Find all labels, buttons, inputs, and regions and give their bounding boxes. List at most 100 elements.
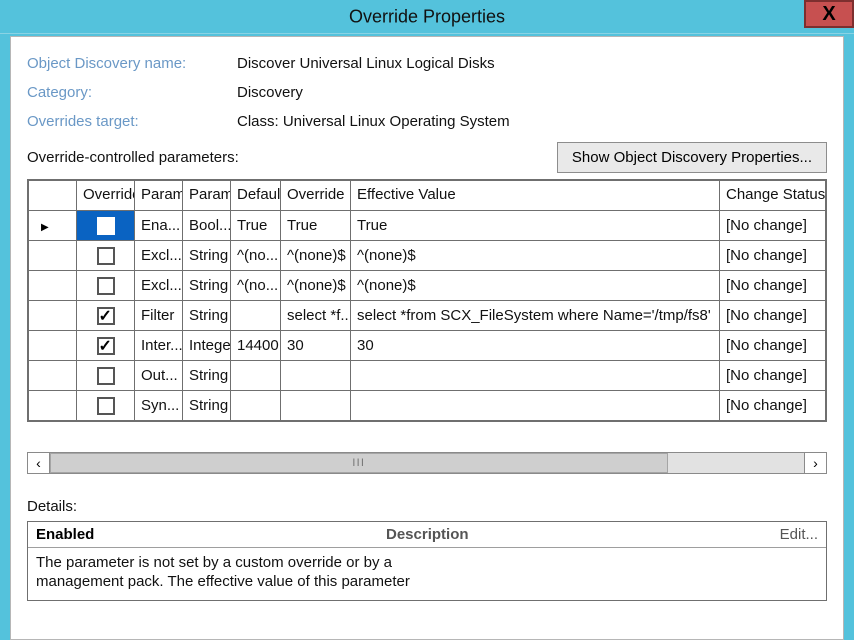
grid-horizontal-scrollbar[interactable]: ‹ lll ›	[27, 452, 827, 474]
effective-value-cell[interactable]	[351, 391, 720, 421]
override-cell[interactable]	[77, 331, 135, 361]
default-value-cell[interactable]	[231, 391, 281, 421]
parameters-label: Override-controlled parameters:	[27, 149, 239, 166]
table-row[interactable]: Ena...Bool...TrueTrueTrue[No change]	[29, 211, 826, 241]
row-header	[29, 301, 77, 331]
parameters-grid[interactable]: Override Param… Param… Default Override …	[27, 179, 827, 422]
param-type-cell[interactable]: String	[183, 361, 231, 391]
dialog-body: Object Discovery name: Discover Universa…	[10, 36, 844, 640]
scroll-right-arrow-icon[interactable]: ›	[804, 453, 826, 473]
default-value-cell[interactable]: True	[231, 211, 281, 241]
change-status-cell[interactable]: [No change]	[720, 241, 826, 271]
target-value: Class: Universal Linux Operating System	[237, 113, 510, 130]
col-effective[interactable]: Effective Value	[351, 181, 720, 211]
target-label: Overrides target:	[27, 113, 237, 130]
override-value-cell[interactable]: select *f...	[281, 301, 351, 331]
override-value-cell[interactable]	[281, 361, 351, 391]
details-edit-link[interactable]: Edit...	[780, 526, 818, 543]
override-checkbox[interactable]	[97, 397, 115, 415]
effective-value-cell[interactable]: ^(none)$	[351, 241, 720, 271]
close-icon: X	[822, 3, 835, 26]
table-row[interactable]: Out...String [No change]	[29, 361, 826, 391]
scroll-track[interactable]: lll	[50, 453, 804, 473]
override-checkbox[interactable]	[97, 337, 115, 355]
row-header	[29, 271, 77, 301]
details-line-2: management pack. The effective value of …	[36, 573, 818, 592]
row-header	[29, 391, 77, 421]
effective-value-cell[interactable]	[351, 361, 720, 391]
override-value-cell[interactable]: ^(none)$	[281, 241, 351, 271]
table-row[interactable]: FilterString select *f...select *from SCX…	[29, 301, 826, 331]
param-type-cell[interactable]: String	[183, 391, 231, 421]
effective-value-cell[interactable]: True	[351, 211, 720, 241]
col-change-status[interactable]: Change Status	[720, 181, 826, 211]
details-description-header: Description	[386, 526, 780, 543]
param-name-cell[interactable]: Filter	[135, 301, 183, 331]
change-status-cell[interactable]: [No change]	[720, 361, 826, 391]
col-param-type[interactable]: Param…	[183, 181, 231, 211]
override-checkbox[interactable]	[97, 217, 115, 235]
col-param-name[interactable]: Param…	[135, 181, 183, 211]
details-panel: Enabled Description Edit... The paramete…	[27, 521, 827, 601]
param-name-cell[interactable]: Excl...	[135, 271, 183, 301]
category-label: Category:	[27, 84, 237, 101]
details-label: Details:	[27, 498, 827, 515]
table-row[interactable]: Syn...String [No change]	[29, 391, 826, 421]
col-override[interactable]: Override	[77, 181, 135, 211]
override-value-cell[interactable]: 30	[281, 331, 351, 361]
override-checkbox[interactable]	[97, 247, 115, 265]
effective-value-cell[interactable]: select *from SCX_FileSystem where Name='…	[351, 301, 720, 331]
override-cell[interactable]	[77, 241, 135, 271]
override-cell[interactable]	[77, 391, 135, 421]
default-value-cell[interactable]: ^(no...	[231, 271, 281, 301]
row-header	[29, 211, 77, 241]
param-name-cell[interactable]: Syn...	[135, 391, 183, 421]
effective-value-cell[interactable]: ^(none)$	[351, 271, 720, 301]
change-status-cell[interactable]: [No change]	[720, 271, 826, 301]
row-pointer-icon	[35, 217, 43, 234]
discovery-name-label: Object Discovery name:	[27, 55, 237, 72]
param-name-cell[interactable]: Out...	[135, 361, 183, 391]
override-value-cell[interactable]: ^(none)$	[281, 271, 351, 301]
close-button[interactable]: X	[804, 0, 854, 28]
override-cell[interactable]	[77, 301, 135, 331]
override-checkbox[interactable]	[97, 307, 115, 325]
change-status-cell[interactable]: [No change]	[720, 331, 826, 361]
override-cell[interactable]	[77, 361, 135, 391]
col-override-value[interactable]: Override	[281, 181, 351, 211]
table-row[interactable]: Excl...String^(no...^(none)$^(none)$[No …	[29, 241, 826, 271]
details-body: The parameter is not set by a custom ove…	[28, 548, 826, 592]
override-cell[interactable]	[77, 271, 135, 301]
default-value-cell[interactable]	[231, 301, 281, 331]
override-cell[interactable]	[77, 211, 135, 241]
scroll-thumb[interactable]: lll	[50, 453, 668, 473]
param-name-cell[interactable]: Inter...	[135, 331, 183, 361]
discovery-name-value: Discover Universal Linux Logical Disks	[237, 55, 495, 72]
default-value-cell[interactable]: 14400	[231, 331, 281, 361]
table-row[interactable]: Inter...Integer144003030[No change]	[29, 331, 826, 361]
default-value-cell[interactable]: ^(no...	[231, 241, 281, 271]
override-checkbox[interactable]	[97, 367, 115, 385]
change-status-cell[interactable]: [No change]	[720, 211, 826, 241]
default-value-cell[interactable]	[231, 361, 281, 391]
change-status-cell[interactable]: [No change]	[720, 301, 826, 331]
param-name-cell[interactable]: Ena...	[135, 211, 183, 241]
col-default-value[interactable]: Default	[231, 181, 281, 211]
override-value-cell[interactable]	[281, 391, 351, 421]
param-type-cell[interactable]: String	[183, 271, 231, 301]
param-name-cell[interactable]: Excl...	[135, 241, 183, 271]
row-header	[29, 241, 77, 271]
param-type-cell[interactable]: Integer	[183, 331, 231, 361]
scroll-left-arrow-icon[interactable]: ‹	[28, 453, 50, 473]
titlebar: Override Properties X	[0, 0, 854, 34]
param-type-cell[interactable]: String	[183, 301, 231, 331]
change-status-cell[interactable]: [No change]	[720, 391, 826, 421]
effective-value-cell[interactable]: 30	[351, 331, 720, 361]
param-type-cell[interactable]: String	[183, 241, 231, 271]
param-type-cell[interactable]: Bool...	[183, 211, 231, 241]
override-value-cell[interactable]: True	[281, 211, 351, 241]
override-checkbox[interactable]	[97, 277, 115, 295]
dialog-title: Override Properties	[349, 6, 505, 27]
show-discovery-properties-button[interactable]: Show Object Discovery Properties...	[557, 142, 827, 173]
table-row[interactable]: Excl...String^(no...^(none)$^(none)$[No …	[29, 271, 826, 301]
